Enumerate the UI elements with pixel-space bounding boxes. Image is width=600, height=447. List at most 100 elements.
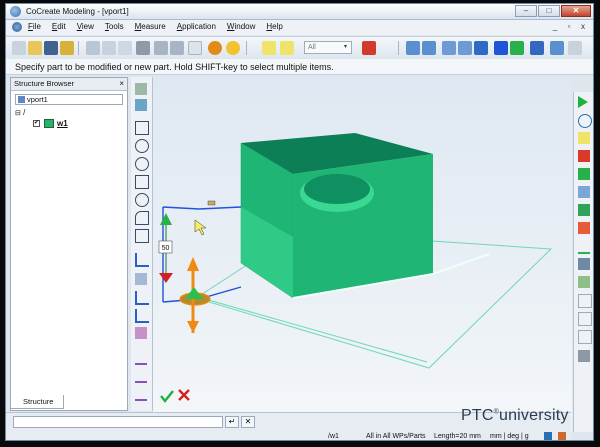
3d-modeling-toolbar bbox=[573, 92, 593, 432]
mdi-close-button[interactable]: x bbox=[577, 22, 589, 32]
construction-line-icon[interactable] bbox=[135, 351, 147, 365]
paste-icon[interactable] bbox=[102, 41, 116, 55]
3d-viewport[interactable]: 50 bbox=[153, 77, 572, 432]
label-icon[interactable] bbox=[578, 312, 592, 326]
tab-structure[interactable]: Structure bbox=[10, 395, 64, 409]
trim-icon[interactable] bbox=[135, 291, 149, 305]
split-icon[interactable] bbox=[135, 309, 149, 323]
command-line-input[interactable] bbox=[13, 416, 223, 428]
menu-window[interactable]: Window bbox=[227, 22, 255, 31]
chamfer-3d-icon[interactable] bbox=[578, 204, 590, 216]
constraint-icon[interactable] bbox=[135, 387, 147, 401]
maximize-button[interactable]: □ bbox=[538, 5, 560, 17]
selection-filter-dropdown[interactable]: All ▾ bbox=[304, 41, 352, 54]
viewport-name: vport1 bbox=[27, 95, 48, 104]
tree-item-w1[interactable]: ✔ w1 bbox=[33, 119, 68, 128]
play-icon[interactable] bbox=[578, 96, 588, 108]
handle-arrow-up-icon[interactable] bbox=[187, 257, 199, 271]
zoom-box-icon[interactable] bbox=[422, 41, 436, 55]
copy-viewport-icon[interactable] bbox=[550, 41, 564, 55]
system-menu-icon[interactable] bbox=[12, 22, 22, 32]
view-front-icon[interactable] bbox=[442, 41, 456, 55]
chamfer-icon[interactable] bbox=[135, 229, 149, 243]
arc-icon[interactable] bbox=[135, 157, 149, 171]
profile-top-line[interactable] bbox=[162, 206, 242, 210]
cancel-icon[interactable] bbox=[178, 389, 190, 401]
mirror-icon[interactable] bbox=[135, 327, 147, 339]
status-lock-icon[interactable] bbox=[544, 432, 552, 440]
arrow-up-icon[interactable] bbox=[160, 213, 172, 225]
revolve-icon[interactable] bbox=[578, 114, 592, 128]
draft-icon[interactable] bbox=[578, 258, 590, 270]
minimize-button[interactable]: – bbox=[515, 5, 537, 17]
save-icon[interactable] bbox=[44, 41, 58, 55]
expand-icon[interactable]: ⊟ bbox=[15, 110, 21, 117]
view-iso-icon[interactable] bbox=[458, 41, 472, 55]
pointer-select-icon[interactable] bbox=[262, 41, 276, 55]
menu-view[interactable]: View bbox=[77, 22, 94, 31]
hint-lightbulb-icon[interactable] bbox=[226, 41, 240, 55]
stamp-icon[interactable] bbox=[578, 276, 590, 288]
menu-file[interactable]: File bbox=[28, 22, 41, 31]
spline-icon[interactable] bbox=[135, 253, 149, 267]
status-alert-icon[interactable] bbox=[558, 432, 566, 440]
block-front-face[interactable] bbox=[293, 154, 433, 298]
cut-icon[interactable] bbox=[118, 41, 132, 55]
undo-icon[interactable] bbox=[154, 41, 168, 55]
shell-icon[interactable] bbox=[578, 240, 590, 254]
sketch-icon[interactable] bbox=[135, 99, 147, 111]
handle-arrow-down-icon[interactable] bbox=[187, 321, 199, 333]
mdi-minimize-button[interactable]: _ bbox=[549, 22, 561, 32]
copy-icon[interactable] bbox=[86, 41, 100, 55]
previous-view-icon[interactable] bbox=[530, 41, 544, 55]
tree-root[interactable]: ⊟ / bbox=[15, 108, 25, 117]
sheet-icon[interactable] bbox=[578, 294, 592, 308]
arrow-down-icon[interactable] bbox=[159, 273, 173, 283]
fillet-icon[interactable] bbox=[135, 211, 149, 225]
visibility-checkbox[interactable]: ✔ bbox=[33, 120, 40, 127]
chevron-down-icon: ▾ bbox=[343, 44, 347, 50]
offset-icon[interactable] bbox=[135, 273, 147, 285]
menu-application[interactable]: Application bbox=[177, 22, 216, 31]
viewport-selector[interactable]: vport1 bbox=[15, 94, 123, 105]
info-icon[interactable] bbox=[208, 41, 222, 55]
shaded-mode-icon[interactable] bbox=[494, 41, 508, 55]
close-button[interactable]: ✕ bbox=[561, 5, 591, 17]
print-icon[interactable] bbox=[136, 41, 150, 55]
pointer-add-icon[interactable] bbox=[280, 41, 294, 55]
fit-view-icon[interactable] bbox=[406, 41, 420, 55]
tangent-arc-icon[interactable] bbox=[135, 193, 149, 207]
close-icon[interactable]: × bbox=[119, 78, 124, 90]
new-icon[interactable] bbox=[12, 41, 26, 55]
menu-measure[interactable]: Measure bbox=[135, 22, 166, 31]
settings-icon[interactable] bbox=[568, 41, 582, 55]
blend-icon[interactable] bbox=[578, 186, 590, 198]
accept-icon[interactable] bbox=[160, 390, 174, 403]
extrude-icon[interactable] bbox=[578, 168, 590, 180]
command-enter-button[interactable]: ↵ bbox=[225, 416, 239, 428]
workplane-icon[interactable] bbox=[135, 83, 147, 95]
mdi-restore-button[interactable]: ▫ bbox=[563, 22, 575, 32]
boolean-icon[interactable] bbox=[578, 222, 590, 234]
menu-tools[interactable]: Tools bbox=[105, 22, 124, 31]
edge-mode-icon[interactable] bbox=[510, 41, 524, 55]
rotate-view-icon[interactable] bbox=[474, 41, 488, 55]
library-icon[interactable] bbox=[578, 350, 590, 362]
command-clear-button[interactable]: ✕ bbox=[241, 416, 255, 428]
measure-icon[interactable] bbox=[362, 41, 376, 55]
redo-icon[interactable] bbox=[170, 41, 184, 55]
line-icon[interactable] bbox=[135, 121, 149, 135]
select-tool-icon[interactable] bbox=[188, 41, 202, 55]
open-folder-icon[interactable] bbox=[28, 41, 42, 55]
window-title: CoCreate Modeling - [vport1] bbox=[26, 7, 129, 16]
annotation-icon[interactable] bbox=[578, 330, 592, 344]
menu-help[interactable]: Help bbox=[266, 22, 282, 31]
menu-bar: File Edit View Tools Measure Application… bbox=[6, 20, 593, 35]
menu-edit[interactable]: Edit bbox=[52, 22, 66, 31]
load-part-icon[interactable] bbox=[60, 41, 74, 55]
dimension-icon[interactable] bbox=[135, 369, 147, 383]
move-part-icon[interactable] bbox=[578, 132, 590, 144]
circle-icon[interactable] bbox=[135, 139, 149, 153]
rectangle-icon[interactable] bbox=[135, 175, 149, 189]
pull-face-icon[interactable] bbox=[578, 150, 590, 162]
